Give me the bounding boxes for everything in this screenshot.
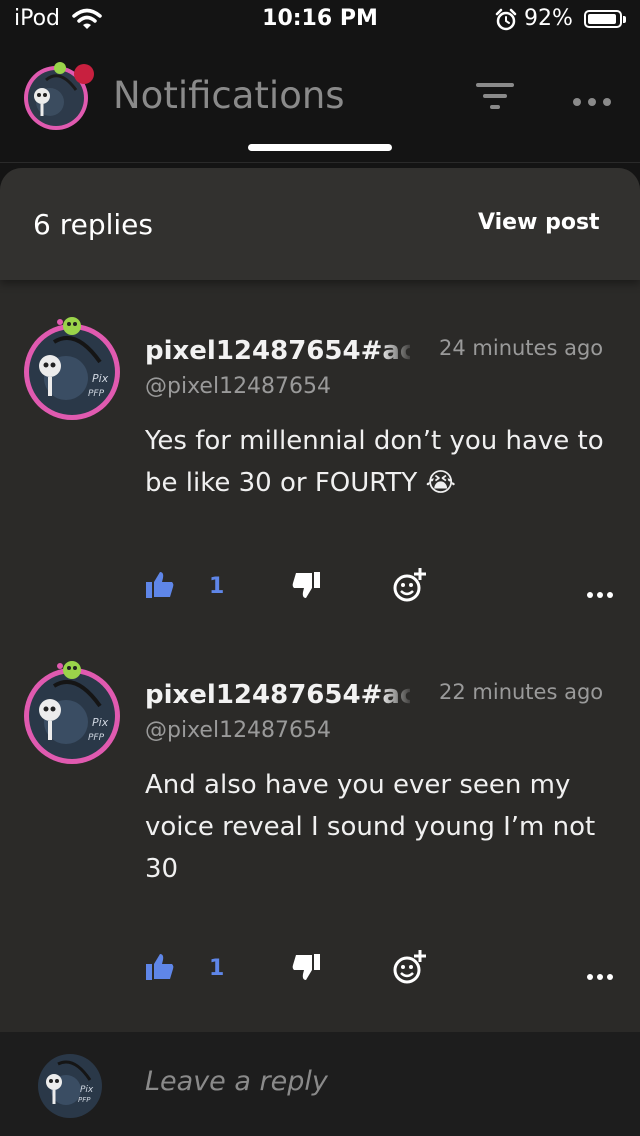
reply-input[interactable] <box>145 1066 585 1097</box>
add-reaction-icon[interactable] <box>392 566 428 608</box>
battery-percent: 92% <box>524 6 573 31</box>
thumbs-down-icon[interactable] <box>292 954 320 984</box>
svg-text:PFP: PFP <box>88 389 105 399</box>
reply-text: Yes for millennial don’t you have to be … <box>145 426 604 498</box>
thumbs-down-icon[interactable] <box>292 572 320 602</box>
more-options-icon[interactable] <box>586 584 614 603</box>
like-count: 1 <box>209 956 225 981</box>
divider <box>0 162 640 163</box>
page-title: Notifications <box>113 74 345 117</box>
avatar: Pix PFP <box>36 1052 104 1124</box>
more-options-icon[interactable] <box>586 966 614 985</box>
filter-icon[interactable] <box>476 83 514 115</box>
reply-text: And also have you ever seen my voice rev… <box>145 770 596 884</box>
reply-actions: 1 <box>0 950 640 994</box>
like-count: 1 <box>209 574 225 599</box>
avatar[interactable]: Pix PFP <box>20 316 124 424</box>
reply-actions: 1 <box>0 568 640 612</box>
avatar[interactable] <box>20 58 96 138</box>
svg-text:Pix: Pix <box>92 372 109 385</box>
avatar[interactable]: Pix PFP <box>20 660 124 768</box>
replies-count: 6 replies <box>33 208 153 241</box>
thumbs-up-icon[interactable] <box>146 572 174 602</box>
add-reaction-icon[interactable] <box>392 948 428 990</box>
svg-text:Pix: Pix <box>80 1085 94 1095</box>
thumbs-up-icon[interactable] <box>146 954 174 984</box>
timestamp: 24 minutes ago <box>439 336 604 360</box>
author-name[interactable]: pixel12487654#ac <box>145 680 410 710</box>
svg-text:PFP: PFP <box>88 733 105 743</box>
reply-composer: Pix PFP <box>0 1032 640 1136</box>
status-bar: iPod 10:16 PM 92% <box>0 0 640 40</box>
ellipsis-icon[interactable] <box>572 92 612 111</box>
replies-sheet: 6 replies View post Pix PFP pixel1248765… <box>0 168 640 1136</box>
author-handle: @pixel12487654 <box>145 718 332 743</box>
alarm-icon <box>494 8 518 36</box>
svg-text:PFP: PFP <box>78 1096 91 1104</box>
svg-text:Pix: Pix <box>92 716 109 729</box>
battery-icon <box>584 10 626 28</box>
author-name[interactable]: pixel12487654#ac <box>145 336 410 366</box>
view-post-button[interactable]: View post <box>478 210 600 235</box>
timestamp: 22 minutes ago <box>439 680 604 704</box>
drag-handle[interactable] <box>248 144 392 151</box>
author-handle: @pixel12487654 <box>145 374 332 399</box>
sheet-header: 6 replies View post <box>0 168 640 280</box>
